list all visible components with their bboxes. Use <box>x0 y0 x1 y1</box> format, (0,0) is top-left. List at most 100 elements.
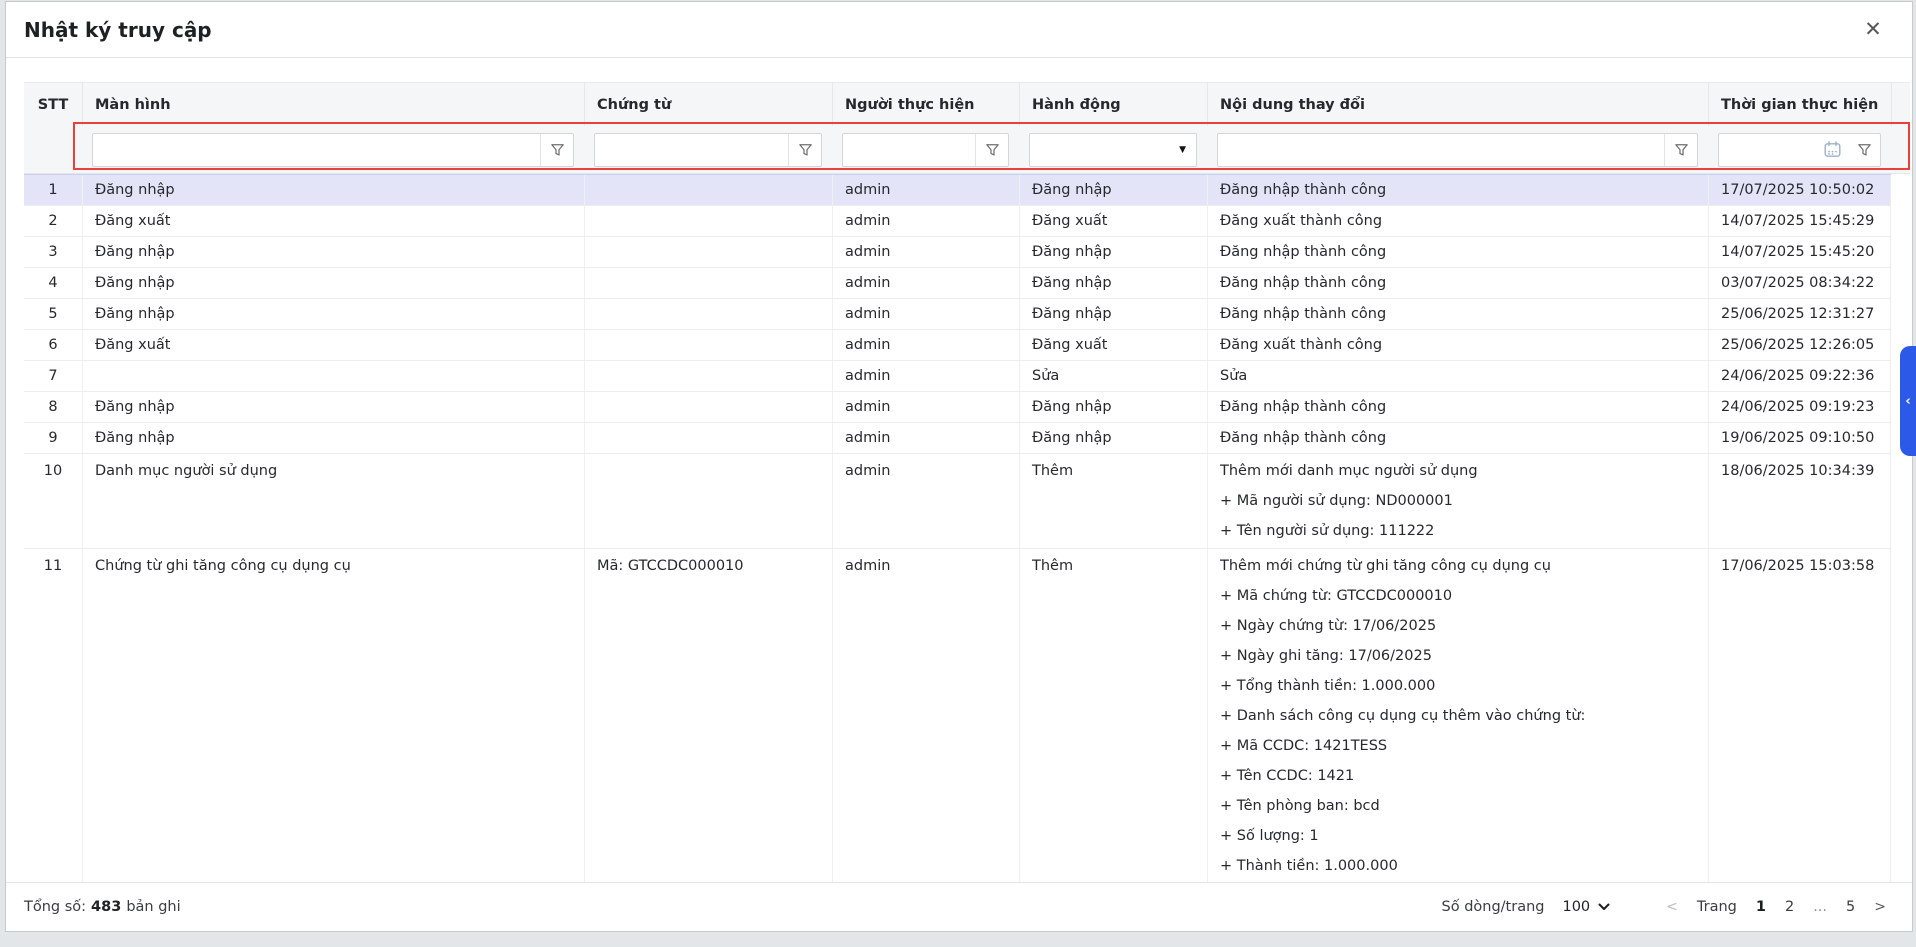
cell-nguoi-thuc-hien: admin <box>832 237 1019 267</box>
cell-stt: 6 <box>24 330 82 360</box>
filter-input-man_hinh[interactable] <box>93 134 540 166</box>
table-row[interactable]: 6Đăng xuấtadminĐăng xuấtĐăng xuất thành … <box>24 330 1891 361</box>
table-row[interactable]: 9Đăng nhậpadminĐăng nhậpĐăng nhập thành … <box>24 423 1891 454</box>
cell-noi-dung: Đăng nhập thành công <box>1207 237 1708 267</box>
cell-hanh-dong: Đăng nhập <box>1019 237 1207 267</box>
header-gutter <box>1891 83 1912 126</box>
table-row[interactable]: 8Đăng nhậpadminĐăng nhậpĐăng nhập thành … <box>24 392 1891 423</box>
table-row[interactable]: 2Đăng xuấtadminĐăng xuấtĐăng xuất thành … <box>24 206 1891 237</box>
column-header-hanh_dong[interactable]: Hành động <box>1019 83 1207 126</box>
cell-hanh-dong: Đăng nhập <box>1019 299 1207 329</box>
rows-per-page-label: Số dòng/trang <box>1442 899 1545 915</box>
cell-chung-tu: Mã: GTCCDC000010 <box>584 549 832 882</box>
cell-man-hinh: Đăng xuất <box>82 330 584 360</box>
chevron-left-icon: ‹ <box>1905 394 1910 409</box>
date-picker-button[interactable] <box>1816 134 1848 166</box>
pagination: < Trang 12...5 > <box>1666 899 1886 915</box>
page-button-2[interactable]: 2 <box>1785 899 1794 915</box>
cell-thoi-gian: 25/06/2025 12:26:05 <box>1708 330 1891 360</box>
column-header-thoi_gian[interactable]: Thời gian thực hiện <box>1708 83 1891 126</box>
table-row[interactable]: 7adminSửaSửa24/06/2025 09:22:36 <box>24 361 1891 392</box>
cell-nguoi-thuc-hien: admin <box>832 423 1019 453</box>
rows-per-page: Số dòng/trang 100 <box>1442 899 1611 915</box>
access-log-modal: Nhật ký truy cập ✕ STTMàn hìnhChứng từNg… <box>6 2 1912 931</box>
table-row[interactable]: 1Đăng nhậpadminĐăng nhậpĐăng nhập thành … <box>24 174 1891 206</box>
filter-input-chung_tu[interactable] <box>595 134 788 166</box>
filter-control-chung_tu <box>594 133 822 167</box>
cell-noi-dung: Đăng nhập thành công <box>1207 423 1708 453</box>
column-header-man_hinh[interactable]: Màn hình <box>82 83 584 126</box>
cell-man-hinh <box>82 361 584 391</box>
content-line: + Mã chứng từ: GTCCDC000010 <box>1220 581 1696 611</box>
rows-per-page-select[interactable]: 100 <box>1562 899 1610 915</box>
filter-cell-chung_tu <box>584 126 832 173</box>
cell-man-hinh: Đăng nhập <box>82 299 584 329</box>
table-row[interactable]: 4Đăng nhậpadminĐăng nhậpĐăng nhập thành … <box>24 268 1891 299</box>
filter-button-man_hinh[interactable] <box>541 134 573 166</box>
content-line: Đăng nhập thành công <box>1220 392 1696 422</box>
prev-page-button[interactable]: < <box>1666 899 1678 915</box>
content-line: + Mã CCDC: 1421TESS <box>1220 731 1696 761</box>
table-row[interactable]: 11Chứng từ ghi tăng công cụ dụng cụMã: G… <box>24 549 1891 882</box>
cell-man-hinh: Danh mục người sử dụng <box>82 454 584 548</box>
column-header-noi_dung[interactable]: Nội dung thay đổi <box>1207 83 1708 126</box>
cell-noi-dung: Đăng xuất thành công <box>1207 330 1708 360</box>
cell-stt: 5 <box>24 299 82 329</box>
filter-input-noi_dung[interactable] <box>1218 134 1664 166</box>
cell-hanh-dong: Thêm <box>1019 454 1207 548</box>
cell-hanh-dong: Đăng nhập <box>1019 175 1207 205</box>
filter-funnel-icon <box>549 141 566 158</box>
cell-nguoi-thuc-hien: admin <box>832 549 1019 882</box>
cell-thoi-gian: 19/06/2025 09:10:50 <box>1708 423 1891 453</box>
cell-stt: 3 <box>24 237 82 267</box>
page-button-5[interactable]: 5 <box>1846 899 1855 915</box>
panel-collapse-tab[interactable]: ‹ <box>1900 346 1916 456</box>
filter-input-thoi_gian[interactable] <box>1719 134 1816 166</box>
cell-noi-dung: Sửa <box>1207 361 1708 391</box>
filter-cell-hanh_dong: ▼ <box>1019 126 1207 173</box>
cell-chung-tu <box>584 268 832 298</box>
filter-input-nguoi_thuc_hien[interactable] <box>843 134 975 166</box>
content-line: Sửa <box>1220 361 1696 391</box>
filter-select-hanh_dong[interactable]: ▼ <box>1029 133 1197 167</box>
cell-thoi-gian: 17/06/2025 15:03:58 <box>1708 549 1891 882</box>
filter-button-chung_tu[interactable] <box>789 134 821 166</box>
page-numbers: 12...5 <box>1756 899 1855 915</box>
table-row[interactable]: 5Đăng nhậpadminĐăng nhậpĐăng nhập thành … <box>24 299 1891 330</box>
cell-hanh-dong: Đăng nhập <box>1019 268 1207 298</box>
cell-stt: 10 <box>24 454 82 548</box>
filter-button-nguoi_thuc_hien[interactable] <box>976 134 1008 166</box>
cell-noi-dung: Đăng nhập thành công <box>1207 268 1708 298</box>
cell-nguoi-thuc-hien: admin <box>832 361 1019 391</box>
cell-chung-tu <box>584 454 832 548</box>
content-line: + Thành tiền: 1.000.000 <box>1220 851 1696 881</box>
column-header-stt[interactable]: STT <box>24 83 82 126</box>
filter-button-noi_dung[interactable] <box>1665 134 1697 166</box>
cell-stt: 8 <box>24 392 82 422</box>
filter-button-thoi_gian[interactable] <box>1848 134 1880 166</box>
cell-thoi-gian: 25/06/2025 12:31:27 <box>1708 299 1891 329</box>
content-line: Thêm mới chứng từ ghi tăng công cụ dụng … <box>1220 551 1696 581</box>
page-button-1[interactable]: 1 <box>1756 899 1766 915</box>
content-line: + Số lượng: 1 <box>1220 821 1696 851</box>
table-row[interactable]: 3Đăng nhậpadminĐăng nhậpĐăng nhập thành … <box>24 237 1891 268</box>
filter-control-noi_dung <box>1217 133 1698 167</box>
filter-funnel-icon <box>1673 141 1690 158</box>
content-line: Đăng nhập thành công <box>1220 299 1696 329</box>
table-row[interactable]: 10Danh mục người sử dụngadminThêmThêm mớ… <box>24 454 1891 549</box>
table-filter-row: ▼ <box>24 126 1910 174</box>
close-button[interactable]: ✕ <box>1858 15 1888 45</box>
filter-cell-man_hinh <box>82 126 584 173</box>
next-page-button[interactable]: > <box>1874 899 1886 915</box>
content-line: Đăng nhập thành công <box>1220 423 1696 453</box>
cell-thoi-gian: 03/07/2025 08:34:22 <box>1708 268 1891 298</box>
cell-thoi-gian: 24/06/2025 09:22:36 <box>1708 361 1891 391</box>
content-line: Đăng xuất thành công <box>1220 206 1696 236</box>
footer-right: Số dòng/trang 100 < Trang 12...5 > <box>1442 899 1886 915</box>
cell-chung-tu <box>584 392 832 422</box>
column-header-nguoi_thuc_hien[interactable]: Người thực hiện <box>832 83 1019 126</box>
cell-chung-tu <box>584 361 832 391</box>
content-line: + Mã người sử dụng: ND000001 <box>1220 486 1696 516</box>
column-header-chung_tu[interactable]: Chứng từ <box>584 83 832 126</box>
cell-man-hinh: Đăng nhập <box>82 175 584 205</box>
